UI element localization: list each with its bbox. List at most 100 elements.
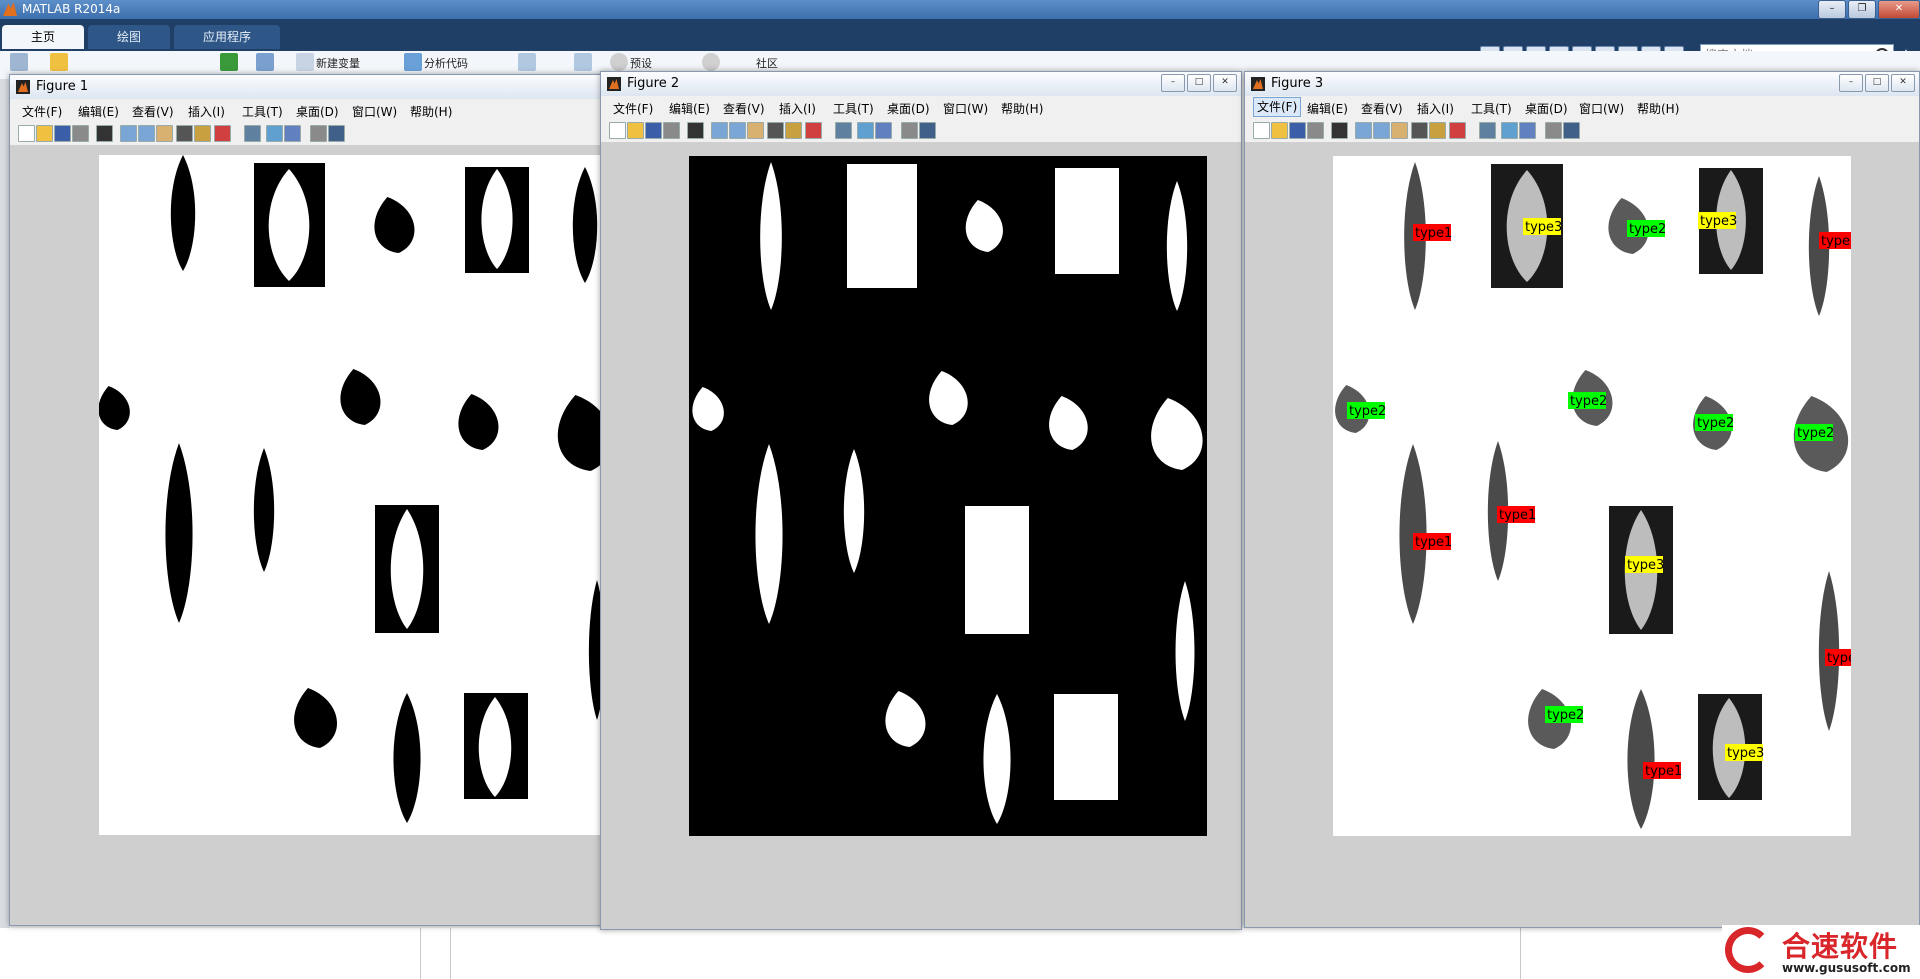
menu-item[interactable]: 桌面(D): [887, 100, 930, 117]
minimize-button[interactable]: –: [1839, 74, 1863, 92]
menu-item[interactable]: 编辑(E): [669, 100, 710, 117]
colorbar-icon[interactable]: [857, 122, 874, 139]
menu-item[interactable]: 桌面(D): [296, 103, 339, 120]
menu-item[interactable]: 文件(F): [1253, 97, 1302, 117]
new-figure-icon[interactable]: [609, 122, 626, 139]
pan-icon[interactable]: [1391, 122, 1408, 139]
menu-item[interactable]: 查看(V): [132, 103, 174, 120]
menu-item[interactable]: 帮助(H): [1637, 100, 1679, 117]
menu-item[interactable]: 文件(F): [22, 103, 62, 120]
zoom-in-icon[interactable]: [1355, 122, 1372, 139]
show-plot-tools-icon[interactable]: [328, 125, 345, 142]
new-variable-button[interactable]: 新建变量: [316, 55, 360, 71]
pointer-icon[interactable]: [1331, 122, 1348, 139]
analyze-code-icon[interactable]: [404, 53, 422, 71]
brush-icon[interactable]: [214, 125, 231, 142]
menu-item[interactable]: 窗口(W): [1579, 100, 1624, 117]
menu-item[interactable]: 帮助(H): [1001, 100, 1043, 117]
menu-item[interactable]: 工具(T): [242, 103, 283, 120]
menu-item[interactable]: 窗口(W): [352, 103, 397, 120]
analyze-code-button[interactable]: 分析代码: [424, 55, 468, 71]
open-file-icon[interactable]: [627, 122, 644, 139]
minimize-button[interactable]: –: [1161, 74, 1185, 92]
show-plot-tools-icon[interactable]: [919, 122, 936, 139]
print-icon[interactable]: [1307, 122, 1324, 139]
figure-title-bar[interactable]: Figure 3 – □ ✕: [1245, 72, 1919, 97]
import-data-icon[interactable]: [220, 53, 238, 71]
zoom-out-icon[interactable]: [138, 125, 155, 142]
tab-home[interactable]: 主页: [2, 25, 84, 49]
maximize-button[interactable]: □: [1187, 74, 1211, 92]
pointer-icon[interactable]: [687, 122, 704, 139]
pan-icon[interactable]: [747, 122, 764, 139]
pan-icon[interactable]: [156, 125, 173, 142]
brush-icon[interactable]: [805, 122, 822, 139]
menu-item[interactable]: 窗口(W): [943, 100, 988, 117]
menu-item[interactable]: 插入(I): [1417, 100, 1454, 117]
open-file-icon[interactable]: [1271, 122, 1288, 139]
figure-2-window[interactable]: Figure 2 – □ ✕ 文件(F) 编辑(E) 查看(V) 插入(I) 工具(T)…: [600, 71, 1242, 930]
show-plot-tools-icon[interactable]: [1563, 122, 1580, 139]
tab-plots[interactable]: 绘图: [88, 25, 170, 49]
link-plot-icon[interactable]: [244, 125, 261, 142]
open-folder-icon[interactable]: [50, 53, 68, 71]
colorbar-icon[interactable]: [1501, 122, 1518, 139]
menu-item[interactable]: 查看(V): [1361, 100, 1403, 117]
hide-plot-tools-icon[interactable]: [1545, 122, 1562, 139]
maximize-button[interactable]: □: [1865, 74, 1889, 92]
community-button[interactable]: 社区: [756, 55, 778, 71]
menu-item[interactable]: 工具(T): [1471, 100, 1512, 117]
new-script-icon[interactable]: [10, 53, 28, 71]
zoom-out-icon[interactable]: [729, 122, 746, 139]
rotate-3d-icon[interactable]: [1411, 122, 1428, 139]
print-icon[interactable]: [663, 122, 680, 139]
zoom-in-icon[interactable]: [711, 122, 728, 139]
close-button[interactable]: ✕: [1213, 74, 1237, 92]
rotate-3d-icon[interactable]: [767, 122, 784, 139]
hide-plot-tools-icon[interactable]: [901, 122, 918, 139]
menu-item[interactable]: 插入(I): [188, 103, 225, 120]
menu-item[interactable]: 插入(I): [779, 100, 816, 117]
legend-icon[interactable]: [284, 125, 301, 142]
open-file-icon[interactable]: [36, 125, 53, 142]
figure-3-window[interactable]: Figure 3 – □ ✕ 文件(F) 编辑(E) 查看(V) 插入(I) 工具(T)…: [1244, 71, 1920, 928]
community-icon[interactable]: [702, 53, 720, 71]
legend-icon[interactable]: [875, 122, 892, 139]
pointer-icon[interactable]: [96, 125, 113, 142]
new-figure-icon[interactable]: [1253, 122, 1270, 139]
zoom-in-icon[interactable]: [120, 125, 137, 142]
close-button[interactable]: ✕: [1878, 0, 1920, 19]
layout-icon[interactable]: [574, 53, 592, 71]
rotate-3d-icon[interactable]: [176, 125, 193, 142]
preferences-icon[interactable]: [610, 53, 628, 71]
new-figure-icon[interactable]: [18, 125, 35, 142]
save-icon[interactable]: [645, 122, 662, 139]
preferences-button[interactable]: 预设: [630, 55, 652, 71]
data-cursor-icon[interactable]: [1429, 122, 1446, 139]
data-cursor-icon[interactable]: [785, 122, 802, 139]
print-icon[interactable]: [72, 125, 89, 142]
menu-item[interactable]: 编辑(E): [78, 103, 119, 120]
figure-1-window[interactable]: Figure 1 文件(F) 编辑(E) 查看(V) 插入(I) 工具(T) 桌面(D) 窗…: [9, 74, 611, 926]
data-cursor-icon[interactable]: [194, 125, 211, 142]
legend-icon[interactable]: [1519, 122, 1536, 139]
close-button[interactable]: ✕: [1891, 74, 1915, 92]
figure-title-bar[interactable]: Figure 1: [10, 75, 610, 100]
menu-item[interactable]: 桌面(D): [1525, 100, 1568, 117]
menu-item[interactable]: 工具(T): [833, 100, 874, 117]
restore-button[interactable]: ❐: [1848, 0, 1876, 19]
menu-item[interactable]: 帮助(H): [410, 103, 452, 120]
menu-item[interactable]: 查看(V): [723, 100, 765, 117]
link-plot-icon[interactable]: [835, 122, 852, 139]
tab-apps[interactable]: 应用程序: [174, 25, 280, 49]
hide-plot-tools-icon[interactable]: [310, 125, 327, 142]
link-plot-icon[interactable]: [1479, 122, 1496, 139]
zoom-out-icon[interactable]: [1373, 122, 1390, 139]
save-icon[interactable]: [54, 125, 71, 142]
brush-icon[interactable]: [1449, 122, 1466, 139]
workspace-icon[interactable]: [256, 53, 274, 71]
menu-item[interactable]: 文件(F): [613, 100, 653, 117]
simulink-icon[interactable]: [518, 53, 536, 71]
figure-title-bar[interactable]: Figure 2 – □ ✕: [601, 72, 1241, 97]
menu-item[interactable]: 编辑(E): [1307, 100, 1348, 117]
